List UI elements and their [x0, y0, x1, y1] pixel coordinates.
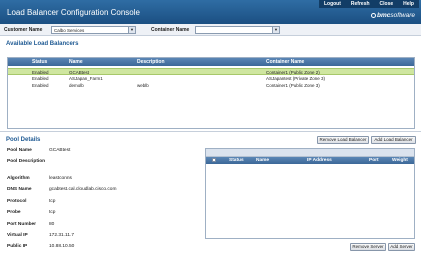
row-container: ASJapantest (Private Zone 3)	[266, 76, 326, 81]
section-divider	[0, 131, 421, 132]
customer-name-label: Customer Name	[4, 27, 43, 33]
add-server-button[interactable]: Add Server	[388, 243, 415, 251]
select-all-checkbox[interactable]	[212, 158, 216, 162]
column-port[interactable]: Port	[369, 158, 379, 163]
table-header: Status Name Description Container Name	[8, 58, 414, 66]
probe-label: Probe	[7, 210, 21, 215]
row-name: ASJapan_Farm1	[69, 76, 103, 81]
selector-bar: Customer Name Calbo Services ▼ Container…	[0, 24, 421, 36]
public-ip-value: 10.88.10.50	[49, 244, 75, 249]
port-number-label: Port Number	[7, 222, 37, 227]
chevron-down-icon: ▼	[272, 27, 279, 33]
top-nav: Logout Refresh Close Help	[318, 0, 419, 8]
row-name: demolb	[69, 83, 84, 88]
column-weight[interactable]: Weight	[392, 158, 408, 163]
pool-description-label: Pool Description	[7, 159, 46, 164]
algorithm-value: leastconns	[49, 176, 72, 181]
table-row[interactable]: Enabled GCABtest Container1 (Public Zone…	[8, 68, 414, 75]
remove-load-balancer-button[interactable]: Remove Load Balancer	[317, 136, 369, 144]
pool-name-value: GCABtest	[49, 148, 71, 153]
container-name-label: Container Name	[151, 27, 190, 33]
app-header: Load Balancer Configuration Console Logo…	[0, 0, 421, 24]
load-balancer-table: Status Name Description Container Name E…	[7, 57, 415, 129]
load-balancers-title: Available Load Balancers	[6, 41, 79, 47]
pool-details-title: Pool Details	[6, 137, 41, 143]
row-description: weblb	[137, 83, 149, 88]
refresh-link[interactable]: Refresh	[346, 0, 375, 8]
table-header: Status Name IP Address Port Weight	[206, 157, 414, 164]
virtual-ip-label: Virtual IP	[7, 233, 28, 238]
table-row[interactable]: Enabled demolb weblb Container1 (Public …	[8, 82, 414, 89]
customer-select-value: Calbo Services	[54, 28, 85, 33]
server-table: Status Name IP Address Port Weight	[205, 148, 415, 239]
probe-value: tcp	[49, 210, 56, 215]
app-title: Load Balancer Configuration Console	[7, 8, 140, 17]
add-load-balancer-button[interactable]: Add Load Balancer	[371, 136, 416, 144]
row-status: Enabled	[32, 76, 49, 81]
table-row[interactable]: Enabled ASJapan_Farm1 ASJapantest (Priva…	[8, 75, 414, 82]
row-container: Container1 (Public Zone 3)	[266, 83, 320, 88]
dns-name-label: DNS Name	[7, 187, 32, 192]
protocol-label: Protocol	[7, 199, 27, 204]
bmc-logo-icon	[371, 13, 377, 18]
column-status[interactable]: Status	[229, 158, 244, 163]
column-container-name[interactable]: Container Name	[266, 59, 304, 65]
help-link[interactable]: Help	[398, 0, 419, 8]
protocol-value: tcp	[49, 199, 56, 204]
remove-server-button[interactable]: Remove Server	[350, 243, 386, 251]
column-status[interactable]: Status	[32, 59, 47, 65]
pool-name-label: Pool Name	[7, 148, 32, 153]
dns-name-value: gcabtest.cal.cloudlab.cisco.com	[49, 187, 117, 192]
algorithm-label: Algorithm	[7, 176, 30, 181]
column-ip-address[interactable]: IP Address	[307, 158, 332, 163]
server-table-toolbar	[206, 149, 414, 157]
column-name[interactable]: Name	[256, 158, 269, 163]
brand-logo: bmcsoftware	[371, 12, 415, 19]
virtual-ip-value: 172.31.11.7	[49, 233, 74, 238]
chevron-down-icon: ▼	[128, 27, 135, 33]
close-link[interactable]: Close	[375, 0, 399, 8]
public-ip-label: Public IP	[7, 244, 28, 249]
column-name[interactable]: Name	[69, 59, 83, 65]
column-description[interactable]: Description	[137, 59, 165, 65]
logout-link[interactable]: Logout	[319, 0, 346, 8]
customer-select[interactable]: Calbo Services ▼	[51, 26, 136, 34]
port-number-value: 80	[49, 222, 55, 227]
row-status: Enabled	[32, 83, 49, 88]
container-select[interactable]: ▼	[195, 26, 280, 34]
